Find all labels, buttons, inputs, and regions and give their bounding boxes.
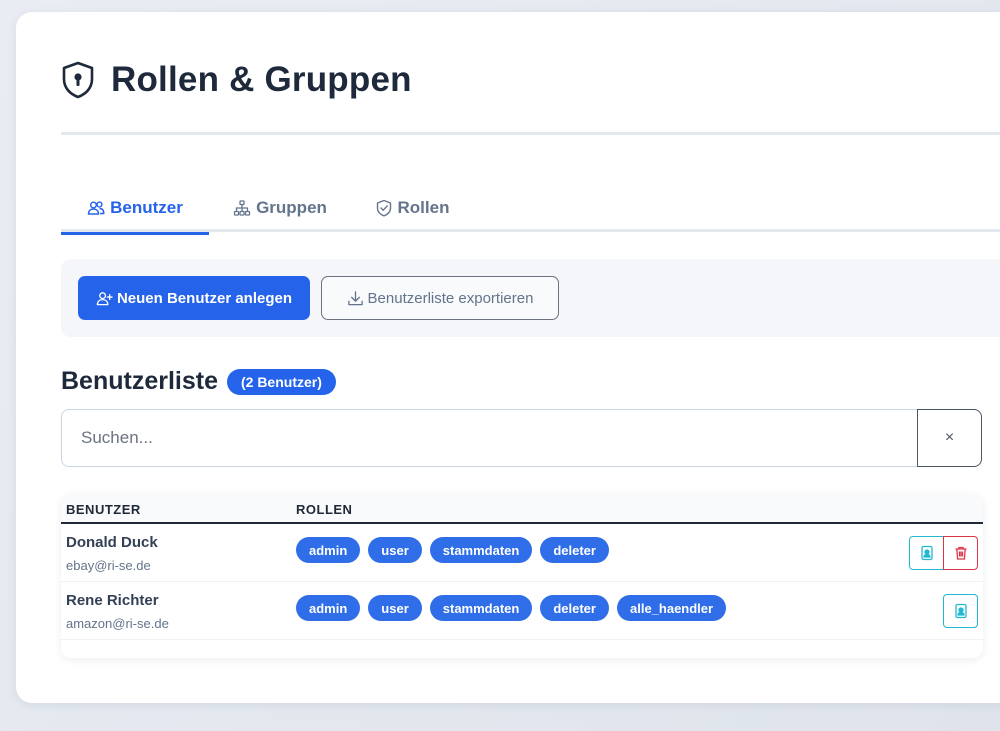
search-input[interactable] [61, 409, 917, 467]
tab-users-label: Benutzer [110, 198, 183, 217]
table-row: Donald Duck ebay@ri-se.de admin user sta… [61, 524, 983, 582]
user-count-badge: (2 Benutzer) [226, 368, 336, 395]
column-header-user: BENUTZER [66, 502, 141, 517]
user-email: amazon@ri-se.de [66, 616, 169, 631]
role-badge: admin [296, 595, 361, 621]
user-name: Donald Duck [66, 534, 158, 551]
role-badge: alle_haendler [616, 595, 727, 621]
table-row: Rene Richter amazon@ri-se.de admin user … [61, 582, 983, 640]
tab-users[interactable]: Benutzer [61, 184, 209, 235]
tab-bar: Benutzer Gruppen Rollen [61, 184, 1000, 235]
row-actions [909, 536, 978, 570]
column-header-roles: ROLLEN [296, 502, 353, 517]
delete-user-button[interactable] [943, 536, 978, 570]
person-badge-icon [954, 603, 967, 619]
export-users-button[interactable]: Benutzerliste exportieren [321, 276, 559, 320]
new-user-button[interactable]: Neuen Benutzer anlegen [78, 276, 310, 320]
trash-icon [955, 546, 966, 560]
shield-lock-icon [62, 61, 94, 99]
edit-user-button[interactable] [909, 536, 944, 570]
user-plus-icon [96, 291, 113, 305]
user-list-header: Benutzerliste (2 Benutzer) [61, 367, 336, 396]
role-badge: stammdaten [429, 595, 533, 621]
action-toolbar: Neuen Benutzer anlegen Benutzerliste exp… [61, 259, 1000, 337]
export-users-label: Benutzerliste exportieren [367, 289, 534, 307]
tab-roles[interactable]: Rollen [351, 184, 473, 232]
user-list-title: Benutzerliste [61, 367, 218, 395]
tab-roles-label: Rollen [397, 198, 450, 217]
role-badge: user [368, 537, 422, 563]
header-divider [61, 132, 1000, 135]
role-badge: deleter [540, 595, 609, 621]
edit-user-button[interactable] [943, 594, 978, 628]
main-card: Rollen & Gruppen Benutzer Gruppen Rollen… [16, 12, 1000, 703]
clear-search-button[interactable]: × [917, 409, 982, 467]
person-badge-icon [920, 545, 933, 561]
search-group: × [61, 409, 982, 467]
role-list: admin user stammdaten deleter [296, 537, 609, 563]
users-icon [87, 201, 105, 215]
role-badge: stammdaten [429, 537, 533, 563]
tab-groups[interactable]: Gruppen [209, 184, 351, 232]
page-header: Rollen & Gruppen [61, 60, 412, 100]
role-badge: user [368, 595, 422, 621]
tab-groups-label: Gruppen [256, 198, 327, 217]
user-table: BENUTZER ROLLEN Donald Duck ebay@ri-se.d… [61, 494, 983, 658]
row-actions [943, 594, 978, 628]
page-title: Rollen & Gruppen [111, 60, 412, 99]
user-email: ebay@ri-se.de [66, 558, 151, 573]
role-badge: admin [296, 537, 361, 563]
role-badge: deleter [540, 537, 609, 563]
sitemap-icon [233, 200, 251, 216]
new-user-label: Neuen Benutzer anlegen [116, 289, 293, 307]
table-header: BENUTZER ROLLEN [61, 494, 983, 524]
download-icon [347, 290, 363, 305]
role-list: admin user stammdaten deleter alle_haend… [296, 595, 727, 621]
user-name: Rene Richter [66, 592, 159, 609]
shield-check-icon [376, 199, 391, 217]
